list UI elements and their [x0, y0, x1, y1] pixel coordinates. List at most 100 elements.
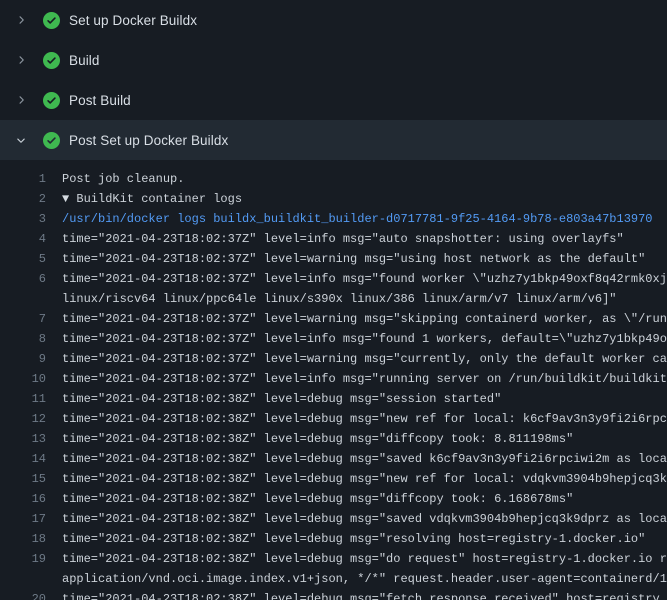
log-line: 8 time="2021-04-23T18:02:37Z" level=info…	[0, 329, 667, 349]
check-circle-icon	[42, 91, 60, 109]
step-label: Post Set up Docker Buildx	[69, 133, 228, 148]
line-number[interactable]: 12	[0, 409, 46, 429]
log-line: 19 time="2021-04-23T18:02:38Z" level=deb…	[0, 549, 667, 569]
line-number[interactable]: 9	[0, 349, 46, 369]
log-text: time="2021-04-23T18:02:37Z" level=info m…	[62, 272, 667, 286]
log-text-cell: /usr/bin/docker logs buildx_buildkit_bui…	[46, 209, 667, 229]
line-number[interactable]: 1	[0, 169, 46, 189]
log-text: time="2021-04-23T18:02:38Z" level=debug …	[62, 512, 667, 526]
step-header-post-set-up-docker-buildx[interactable]: Post Set up Docker Buildx	[0, 120, 667, 160]
log-text-cell: time="2021-04-23T18:02:38Z" level=debug …	[46, 549, 667, 569]
log-text: time="2021-04-23T18:02:38Z" level=debug …	[62, 492, 573, 506]
log-line: 6 time="2021-04-23T18:02:37Z" level=info…	[0, 269, 667, 289]
step-label: Build	[69, 53, 100, 68]
line-number[interactable]: 11	[0, 389, 46, 409]
line-number[interactable]: 3	[0, 209, 46, 229]
log-text: time="2021-04-23T18:02:38Z" level=debug …	[62, 532, 645, 546]
log-line: 15 time="2021-04-23T18:02:38Z" level=deb…	[0, 469, 667, 489]
line-number[interactable]: 4	[0, 229, 46, 249]
log-text: time="2021-04-23T18:02:38Z" level=debug …	[62, 412, 667, 426]
log-text: /usr/bin/docker logs buildx_buildkit_bui…	[62, 212, 653, 226]
log-line: linux/riscv64 linux/ppc64le linux/s390x …	[0, 289, 667, 309]
line-number[interactable]: 2	[0, 189, 46, 209]
log-text: time="2021-04-23T18:02:37Z" level=info m…	[62, 332, 667, 346]
log-text-cell: time="2021-04-23T18:02:37Z" level=warnin…	[46, 349, 667, 369]
log-line: 11 time="2021-04-23T18:02:38Z" level=deb…	[0, 389, 667, 409]
log-line: 4 time="2021-04-23T18:02:37Z" level=info…	[0, 229, 667, 249]
chevron-right-icon	[13, 92, 29, 108]
log-text: time="2021-04-23T18:02:37Z" level=info m…	[62, 372, 667, 386]
log-text: application/vnd.oci.image.index.v1+json,…	[62, 572, 667, 586]
log-text-cell: time="2021-04-23T18:02:38Z" level=debug …	[46, 429, 667, 449]
log-line: 7 time="2021-04-23T18:02:37Z" level=warn…	[0, 309, 667, 329]
line-number[interactable]: 10	[0, 369, 46, 389]
log-text-cell: time="2021-04-23T18:02:38Z" level=debug …	[46, 389, 667, 409]
line-number[interactable]: 15	[0, 469, 46, 489]
chevron-down-icon	[13, 132, 29, 148]
log-line: 16 time="2021-04-23T18:02:38Z" level=deb…	[0, 489, 667, 509]
log-text: Post job cleanup.	[62, 172, 184, 186]
log-text-cell: time="2021-04-23T18:02:37Z" level=info m…	[46, 329, 667, 349]
log-text-cell: time="2021-04-23T18:02:38Z" level=debug …	[46, 509, 667, 529]
log-line: 14 time="2021-04-23T18:02:38Z" level=deb…	[0, 449, 667, 469]
log-text-cell: time="2021-04-23T18:02:38Z" level=debug …	[46, 489, 667, 509]
log-text-cell: time="2021-04-23T18:02:38Z" level=debug …	[46, 589, 667, 600]
line-number[interactable]: 17	[0, 509, 46, 529]
line-number[interactable]: 20	[0, 589, 46, 600]
line-number[interactable]: 16	[0, 489, 46, 509]
log-text-cell: linux/riscv64 linux/ppc64le linux/s390x …	[46, 289, 667, 309]
step-header-set-up-docker-buildx[interactable]: Set up Docker Buildx	[0, 0, 667, 40]
log-text: linux/riscv64 linux/ppc64le linux/s390x …	[62, 292, 617, 306]
log-text-cell: Post job cleanup.	[46, 169, 667, 189]
line-number[interactable]: 6	[0, 269, 46, 289]
line-number[interactable]: 13	[0, 429, 46, 449]
log-line: 12 time="2021-04-23T18:02:38Z" level=deb…	[0, 409, 667, 429]
log-line: 20 time="2021-04-23T18:02:38Z" level=deb…	[0, 589, 667, 600]
check-circle-icon	[42, 51, 60, 69]
log-text: BuildKit container logs	[69, 192, 242, 206]
log-text: time="2021-04-23T18:02:38Z" level=debug …	[62, 592, 660, 600]
log-text-cell: time="2021-04-23T18:02:37Z" level=info m…	[46, 269, 667, 289]
step-header-post-build[interactable]: Post Build	[0, 80, 667, 120]
log-text: time="2021-04-23T18:02:38Z" level=debug …	[62, 552, 667, 566]
log-text-cell: ▼ BuildKit container logs	[46, 189, 667, 209]
log-text: time="2021-04-23T18:02:38Z" level=debug …	[62, 472, 667, 486]
log-line: 2 ▼ BuildKit container logs	[0, 189, 667, 209]
step-header-build[interactable]: Build	[0, 40, 667, 80]
log-line: 18 time="2021-04-23T18:02:38Z" level=deb…	[0, 529, 667, 549]
log-text-cell: time="2021-04-23T18:02:37Z" level=info m…	[46, 229, 667, 249]
log-text: time="2021-04-23T18:02:38Z" level=debug …	[62, 452, 667, 466]
line-number[interactable]: 5	[0, 249, 46, 269]
log-line: 13 time="2021-04-23T18:02:38Z" level=deb…	[0, 429, 667, 449]
log-text: time="2021-04-23T18:02:37Z" level=warnin…	[62, 352, 667, 366]
log-text-cell: time="2021-04-23T18:02:38Z" level=debug …	[46, 529, 667, 549]
log-text-cell: time="2021-04-23T18:02:38Z" level=debug …	[46, 449, 667, 469]
log-line: 17 time="2021-04-23T18:02:38Z" level=deb…	[0, 509, 667, 529]
check-circle-icon	[42, 131, 60, 149]
log-text-cell: time="2021-04-23T18:02:37Z" level=info m…	[46, 369, 667, 389]
log-text-cell: time="2021-04-23T18:02:37Z" level=warnin…	[46, 249, 667, 269]
log-line: 5 time="2021-04-23T18:02:37Z" level=warn…	[0, 249, 667, 269]
line-number[interactable]: 8	[0, 329, 46, 349]
step-label: Set up Docker Buildx	[69, 13, 197, 28]
log-text: time="2021-04-23T18:02:37Z" level=warnin…	[62, 252, 645, 266]
log-text: time="2021-04-23T18:02:38Z" level=debug …	[62, 432, 573, 446]
log-line: 1 Post job cleanup.	[0, 169, 667, 189]
log-text-cell: time="2021-04-23T18:02:37Z" level=warnin…	[46, 309, 667, 329]
line-number[interactable]: 14	[0, 449, 46, 469]
log-text-cell: time="2021-04-23T18:02:38Z" level=debug …	[46, 409, 667, 429]
chevron-right-icon	[13, 52, 29, 68]
line-number[interactable]: 18	[0, 529, 46, 549]
log-text: time="2021-04-23T18:02:37Z" level=info m…	[62, 232, 624, 246]
line-number[interactable]: 7	[0, 309, 46, 329]
actions-log-viewer: Set up Docker Buildx Build	[0, 0, 667, 600]
log-line: 3 /usr/bin/docker logs buildx_buildkit_b…	[0, 209, 667, 229]
log-line: 10 time="2021-04-23T18:02:37Z" level=inf…	[0, 369, 667, 389]
log-output: 1 Post job cleanup. 2 ▼ BuildKit contain…	[0, 160, 667, 600]
log-text: time="2021-04-23T18:02:37Z" level=warnin…	[62, 312, 667, 326]
log-text: time="2021-04-23T18:02:38Z" level=debug …	[62, 392, 501, 406]
log-line: application/vnd.oci.image.index.v1+json,…	[0, 569, 667, 589]
log-text-cell: time="2021-04-23T18:02:38Z" level=debug …	[46, 469, 667, 489]
step-label: Post Build	[69, 93, 131, 108]
line-number[interactable]: 19	[0, 549, 46, 569]
